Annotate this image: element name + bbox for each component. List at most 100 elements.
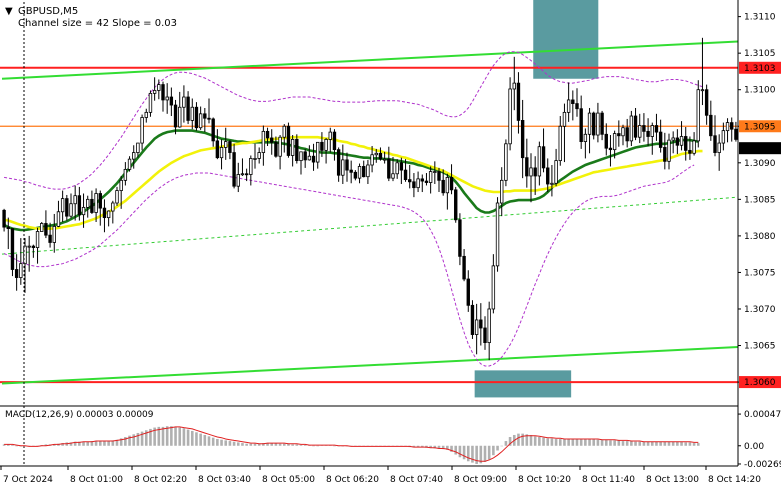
candle [286,122,291,158]
candle-body [219,147,224,159]
macd-histogram-bar [621,441,625,446]
y-tick-label: 1.3080 [744,232,776,242]
macd-histogram-bar [190,430,194,446]
candle-body [399,162,404,171]
candle-body [232,152,236,187]
candle-body [144,111,148,118]
macd-histogram-bar [575,439,579,446]
macd-histogram-bar [316,445,320,447]
macd-histogram-bar [186,429,190,446]
macd-histogram-bar [604,439,608,446]
candle-body [638,125,642,138]
candle-body [81,206,86,216]
x-tick-label: 8 Oct 05:00 [262,475,315,485]
candle-body [387,158,391,179]
candle-body [290,139,295,156]
candle-body [579,108,583,143]
candle-body [94,193,98,213]
macd-tick-label: -0.00269 [744,460,781,470]
candle-body [621,127,625,137]
y-tick-label: 1.3110 [744,13,776,23]
candle-body [253,158,257,160]
x-tick-label: 8 Oct 11:40 [582,475,635,485]
candle-body [353,171,358,179]
candle-body [90,198,94,213]
candle-body [491,265,496,310]
candle-body [2,209,6,228]
candle-body [86,198,90,208]
candle-body [416,178,420,189]
macd-histogram-bar [458,445,462,458]
macd-histogram-bar [650,441,654,446]
candle-body [596,112,600,136]
candle-body [44,223,48,236]
candle-body [441,179,445,194]
candle-body [433,171,437,173]
x-tick-label: 8 Oct 09:00 [454,475,507,485]
candle-body [500,179,504,204]
macd-histogram-bar [692,443,696,446]
candle [470,300,475,339]
macd-histogram-bar [132,434,136,446]
candle-body [65,198,69,217]
macd-histogram-bar [278,443,282,446]
candle-body [667,139,671,162]
macd-histogram-bar [236,442,240,446]
y-tick-label: 1.3085 [744,195,776,205]
candle-body [278,136,282,157]
candle-body [140,117,144,144]
candle-body [583,133,588,143]
candle-body [700,89,705,92]
candle-body [77,195,82,216]
x-tick-label: 8 Oct 03:40 [198,475,251,485]
candle-body [203,113,207,119]
candle-body [424,180,429,183]
candle-body [186,96,190,121]
candle-body [148,92,153,113]
candle-body [558,125,562,162]
candle-body [362,166,366,178]
candle-body [224,141,228,148]
macd-histogram-bar [161,426,165,446]
macd-histogram-bar [592,439,596,446]
price-label-text: 1.3095 [744,122,776,132]
macd-histogram-bar [211,437,215,446]
macd-tick-label: 0.00 [744,442,764,452]
candle-body [215,140,220,159]
macd-histogram-bar [98,441,102,446]
macd-label: MACD(12,26,9) 0.00003 0.00009 [5,410,154,420]
symbol-label: GBPUSD,M5 [18,6,78,17]
candle-body [345,159,349,171]
macd-histogram-bar [107,441,110,446]
price-label-text: 1.3060 [744,378,776,388]
y-tick-label: 1.3065 [744,342,776,352]
candle-body [320,141,324,151]
menu-triangle-icon[interactable]: ▼ [5,6,13,17]
macd-histogram-bar [630,441,633,446]
macd-histogram-bar [588,439,591,446]
macd-histogram-bar [567,439,570,446]
candle-body [412,181,416,189]
candle-body [366,164,370,178]
candle-body [721,130,726,144]
candle-body [240,173,245,176]
macd-histogram-bar [483,445,487,462]
candle-body [516,82,521,121]
candle-body [617,133,621,137]
macd-histogram-bar [500,445,504,447]
candle-body [525,157,529,177]
candle-body [190,106,194,121]
macd-histogram-bar [563,439,566,446]
macd-histogram-bar [94,441,98,446]
macd-histogram-bar [216,439,219,446]
x-tick-label: 8 Oct 02:20 [134,475,187,485]
y-tick-label: 1.3090 [744,159,776,169]
macd-histogram-bar [178,427,182,446]
candle-body [592,112,596,136]
candle-body [684,136,688,151]
zone-rect-1 [474,370,572,398]
candle-body [48,234,52,243]
candle-body [152,90,157,94]
candle-body [612,133,617,151]
macd-histogram-bar [646,441,650,446]
